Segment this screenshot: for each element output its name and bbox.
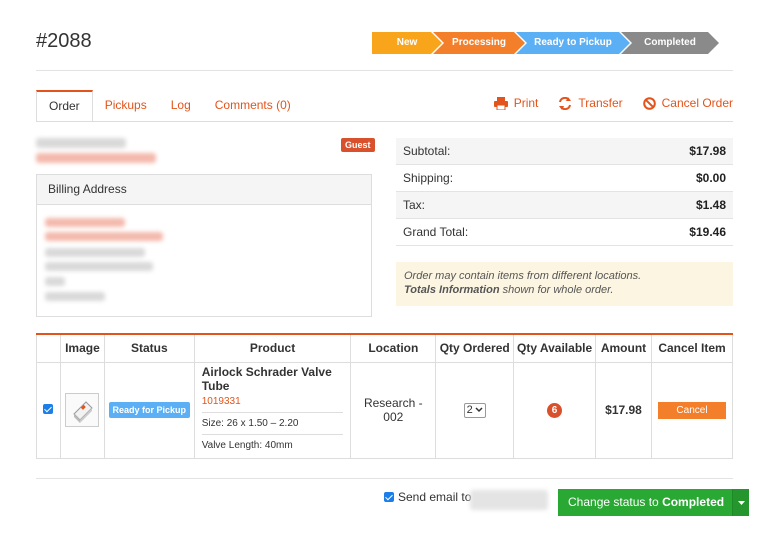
billing-address-title: Billing Address <box>37 175 371 205</box>
tab-order[interactable]: Order <box>36 90 93 122</box>
order-title: #2088 <box>36 30 92 52</box>
cancel-order-button[interactable]: Cancel Order <box>642 96 733 110</box>
qty-ordered-select[interactable]: 2 <box>463 402 486 418</box>
order-items-table: Image Status Product Location Qty Ordere… <box>36 333 734 459</box>
cancel-item-button[interactable]: Cancel <box>657 401 726 419</box>
qty-ordered-value: 2 <box>466 404 473 417</box>
location-text: Research - 002 <box>363 396 423 424</box>
row-status-cell: Ready for Pickup <box>103 361 195 459</box>
status-badge: Ready for Pickup <box>108 402 191 418</box>
totals-label: Tax: <box>403 198 426 212</box>
totals-label: Subtotal: <box>403 144 451 158</box>
product-image-icon <box>73 401 94 423</box>
transfer-button[interactable]: Transfer <box>558 96 623 110</box>
print-button[interactable]: Print <box>493 96 539 110</box>
totals-value: $0.00 <box>695 171 726 185</box>
row-image-cell <box>59 361 105 459</box>
col-qty-ordered: Qty Ordered <box>435 334 515 363</box>
step-new: New <box>372 32 442 54</box>
order-actions: Print Transfer Cancel Order <box>493 96 733 110</box>
totals-value: $1.48 <box>695 198 726 212</box>
totals-value: $17.98 <box>689 144 726 158</box>
product-valve-length: Valve Length: 40mm <box>201 439 293 451</box>
tab-log[interactable]: Log <box>159 90 203 122</box>
billing-line-redacted <box>45 248 145 257</box>
notice-rest: shown for whole order. <box>499 284 614 296</box>
guest-badge: Guest <box>341 138 375 152</box>
billing-line-redacted <box>45 232 163 241</box>
col-product: Product <box>193 334 352 363</box>
row-product-cell: Airlock Schrader Valve Tube 1019331 Size… <box>193 361 352 459</box>
totals-row-subtotal: Subtotal: $17.98 <box>396 138 733 165</box>
billing-line-redacted <box>45 218 125 227</box>
step-ready-to-pickup: Ready to Pickup <box>516 32 630 54</box>
cancel-order-label: Cancel Order <box>661 96 733 110</box>
totals-row-shipping: Shipping: $0.00 <box>396 165 733 192</box>
tab-comments[interactable]: Comments (0) <box>203 90 303 122</box>
row-qty-ordered-cell: 2 <box>435 361 515 459</box>
totals-label: Grand Total: <box>403 225 469 239</box>
row-qty-available-cell: 6 <box>513 361 597 459</box>
change-status-label[interactable]: Change status to Completed <box>558 489 732 516</box>
product-thumbnail[interactable] <box>65 393 100 427</box>
send-email-option: Send email to <box>384 490 471 504</box>
col-qty-available: Qty Available <box>513 334 597 363</box>
send-email-checkbox[interactable] <box>384 492 394 502</box>
col-status: Status <box>103 334 195 363</box>
col-image: Image <box>59 334 105 363</box>
footer-divider <box>36 478 733 479</box>
row-amount: $17.98 <box>605 403 642 417</box>
qty-available-badge: 6 <box>547 403 563 418</box>
send-email-label: Send email to <box>398 490 472 504</box>
row-location-cell: Research - 002 <box>350 361 437 459</box>
billing-line-redacted <box>45 262 153 271</box>
totals-value: $19.46 <box>689 225 726 239</box>
row-cancel-cell: Cancel <box>650 361 734 459</box>
order-totals: Subtotal: $17.98 Shipping: $0.00 Tax: $1.48… <box>396 138 733 246</box>
step-completed: Completed <box>621 32 719 54</box>
tab-pickups[interactable]: Pickups <box>93 90 159 122</box>
change-status-prefix: Change status to <box>568 495 663 509</box>
product-size: Size: 26 x 1.50 – 2.20 <box>201 413 344 435</box>
totals-row-grand-total: Grand Total: $19.46 <box>396 219 733 246</box>
customer-email-redacted <box>36 153 156 163</box>
transfer-icon <box>559 96 572 110</box>
locations-notice: Order may contain items from different l… <box>396 262 733 306</box>
row-select-cell <box>36 361 61 459</box>
product-sku[interactable]: 1019331 <box>201 396 344 413</box>
notice-line-1: Order may contain items from different l… <box>404 270 642 282</box>
caret-down-icon <box>737 500 745 505</box>
col-select <box>36 334 61 363</box>
totals-label: Shipping: <box>403 171 454 185</box>
email-address-redacted <box>470 490 548 510</box>
col-cancel-item: Cancel Item <box>650 334 734 363</box>
col-location: Location <box>350 334 437 363</box>
notice-line-2: Totals Information shown for whole order… <box>404 283 725 297</box>
tabs-underline <box>36 121 733 122</box>
billing-line-redacted <box>45 292 105 301</box>
chevron-down-icon <box>475 407 483 413</box>
customer-name-redacted <box>36 138 126 148</box>
transfer-label: Transfer <box>578 96 623 110</box>
print-label: Print <box>513 96 539 110</box>
table-row: Ready for Pickup Airlock Schrader Valve … <box>36 361 734 459</box>
col-amount: Amount <box>595 334 652 363</box>
order-tabs: Order Pickups Log Comments (0) <box>36 90 303 122</box>
row-checkbox[interactable] <box>43 404 54 414</box>
change-status-target: Completed <box>662 495 725 509</box>
cancel-icon <box>642 96 656 110</box>
billing-line-redacted <box>45 277 65 286</box>
printer-icon <box>493 96 508 110</box>
header-divider <box>36 70 733 71</box>
totals-row-tax: Tax: $1.48 <box>396 192 733 219</box>
change-status-button[interactable]: Change status to Completed <box>558 489 750 516</box>
step-processing: Processing <box>433 32 525 54</box>
product-name[interactable]: Airlock Schrader Valve Tube <box>202 365 344 393</box>
status-steps: New Processing Ready to Pickup Completed <box>372 32 719 54</box>
notice-bold: Totals Information <box>404 284 500 296</box>
change-status-dropdown-toggle[interactable] <box>732 489 750 516</box>
row-amount-cell: $17.98 <box>595 361 652 459</box>
